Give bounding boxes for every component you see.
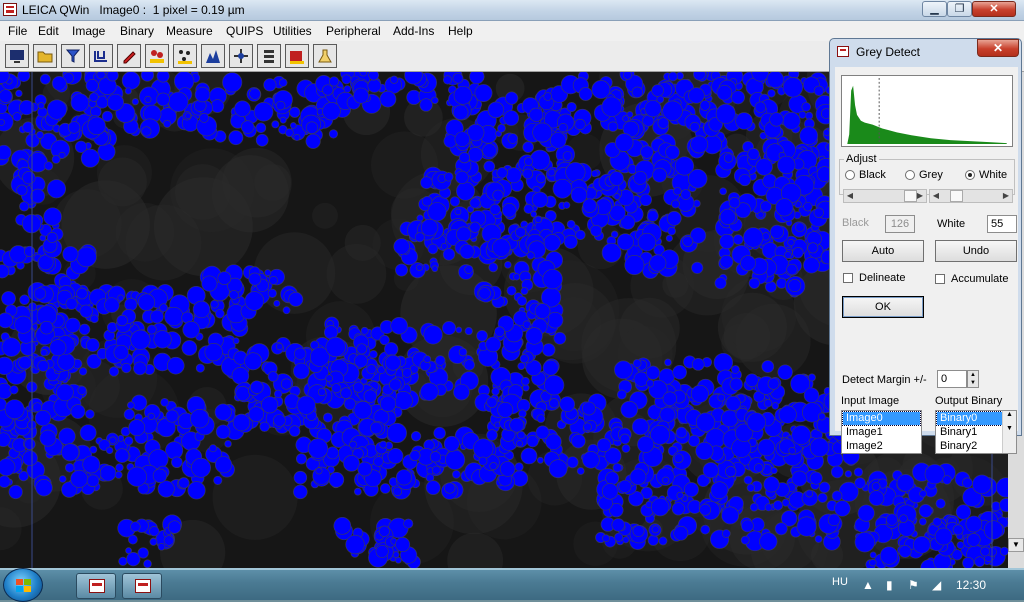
menu-quips[interactable]: QUIPS	[226, 24, 263, 38]
taskbar: HU ▲ ▮ ⚑ ◢ 12:30	[0, 568, 1024, 602]
tray-arrow-icon[interactable]: ▲	[862, 578, 874, 592]
menu-file[interactable]: File	[8, 24, 27, 38]
list-item-binary1[interactable]: Binary1	[937, 426, 1002, 439]
output-binary-list[interactable]: Binary0 Binary1 Binary2 ▲ ▼	[935, 410, 1017, 454]
menu-add-ins[interactable]: Add-Ins	[393, 24, 434, 38]
list-item-image0[interactable]: Image0	[842, 411, 921, 426]
white-label: White	[937, 218, 966, 230]
menu-measure[interactable]: Measure	[166, 24, 213, 38]
menu-utilities[interactable]: Utilities	[273, 24, 312, 38]
measure-objects-icon[interactable]	[145, 44, 169, 68]
white-value-field[interactable]: 55	[987, 215, 1017, 233]
pipeline-icon[interactable]	[89, 44, 113, 68]
black-label: Black	[842, 217, 869, 229]
app-icon	[3, 3, 17, 16]
radio-white[interactable]: White	[965, 169, 1007, 181]
list-item-image2[interactable]: Image2	[843, 440, 920, 453]
input-image-label: Input Image	[841, 395, 900, 407]
pencil-icon[interactable]	[117, 44, 141, 68]
menu-peripheral[interactable]: Peripheral	[326, 24, 381, 38]
histogram-curve	[847, 85, 1007, 145]
white-slider[interactable]: ◀ ▶	[929, 189, 1013, 203]
windows-logo-icon	[16, 579, 32, 593]
menu-help[interactable]: Help	[448, 24, 473, 38]
menu-binary[interactable]: Binary	[120, 24, 154, 38]
menu-image[interactable]: Image	[72, 24, 105, 38]
monitor-icon[interactable]	[5, 44, 29, 68]
black-slider[interactable]: ◀ ▶	[843, 189, 927, 203]
list-item-binary0[interactable]: Binary0	[936, 411, 1003, 426]
taskbar-app-qwin[interactable]	[76, 573, 116, 599]
volume-icon[interactable]: ◢	[932, 578, 941, 592]
output-binary-label: Output Binary	[935, 395, 1003, 407]
maximize-button[interactable]: ❐	[947, 1, 972, 17]
ok-button[interactable]: OK	[842, 296, 924, 318]
list-item-image1[interactable]: Image1	[843, 426, 920, 439]
auto-button[interactable]: Auto	[842, 240, 924, 262]
input-image-list[interactable]: Image0 Image1 Image2	[841, 410, 922, 454]
action-center-flag-icon[interactable]: ⚑	[908, 578, 919, 592]
dialog-title: Grey Detect	[856, 45, 921, 59]
filter-icon[interactable]	[61, 44, 85, 68]
black-slider-left-arrow[interactable]: ◀	[844, 190, 856, 202]
particles-icon[interactable]	[173, 44, 197, 68]
qwin-dialog-icon	[135, 579, 151, 593]
dialog-body: Adjust Black Grey White ◀ ▶ ◀ ▶ Black 12…	[835, 67, 1018, 454]
grey-detect-dialog: Grey Detect ✕ Adjust Black Grey White ◀ …	[829, 38, 1022, 454]
close-button[interactable]: ✕	[972, 1, 1016, 17]
list-icon[interactable]	[257, 44, 281, 68]
white-slider-thumb[interactable]	[950, 190, 963, 202]
open-folder-icon[interactable]	[33, 44, 57, 68]
white-slider-left-arrow[interactable]: ◀	[930, 190, 942, 202]
dialog-close-button[interactable]: ✕	[977, 39, 1019, 57]
dialog-titlebar: Grey Detect ✕	[830, 39, 1021, 63]
window-titlebar: LEICA QWin Image0 : 1 pixel = 0.19 µm ▁ …	[0, 0, 1024, 21]
scroll-down-arrow[interactable]: ▼	[1008, 538, 1024, 552]
grey-histogram[interactable]	[841, 75, 1013, 147]
white-slider-right-arrow[interactable]: ▶	[1000, 190, 1012, 202]
black-value-field: 126	[885, 215, 915, 233]
language-indicator[interactable]: HU	[832, 576, 848, 588]
battery-icon[interactable]: ▮	[886, 578, 893, 592]
detect-margin-label: Detect Margin +/-	[842, 374, 927, 386]
dialog-app-icon	[837, 46, 849, 57]
menu-edit[interactable]: Edit	[38, 24, 59, 38]
flask-icon[interactable]	[313, 44, 337, 68]
histogram-icon[interactable]	[201, 44, 225, 68]
list-item-binary2[interactable]: Binary2	[937, 440, 1002, 453]
delineate-checkbox[interactable]: Delineate	[843, 272, 905, 284]
output-list-scrollbar[interactable]: ▲ ▼	[1002, 411, 1016, 453]
taskbar-app-grey-detect[interactable]	[122, 573, 162, 599]
radio-grey[interactable]: Grey	[905, 169, 943, 181]
minimize-button[interactable]: ▁	[922, 1, 947, 17]
accumulate-checkbox[interactable]: Accumulate	[935, 273, 1008, 285]
black-slider-right-arrow[interactable]: ▶	[914, 190, 926, 202]
process-icon[interactable]	[229, 44, 253, 68]
adjust-label: Adjust	[844, 153, 879, 165]
radio-black[interactable]: Black	[845, 169, 886, 181]
detect-margin-field[interactable]: 0	[937, 370, 967, 388]
window-title: LEICA QWin Image0 : 1 pixel = 0.19 µm	[22, 3, 245, 17]
qwin-app-icon	[89, 579, 105, 593]
undo-button[interactable]: Undo	[935, 240, 1017, 262]
start-button[interactable]	[3, 568, 43, 602]
clock[interactable]: 12:30	[956, 578, 986, 592]
detect-margin-spinner[interactable]: ▲ ▼	[967, 370, 979, 388]
export-icon[interactable]	[285, 44, 309, 68]
